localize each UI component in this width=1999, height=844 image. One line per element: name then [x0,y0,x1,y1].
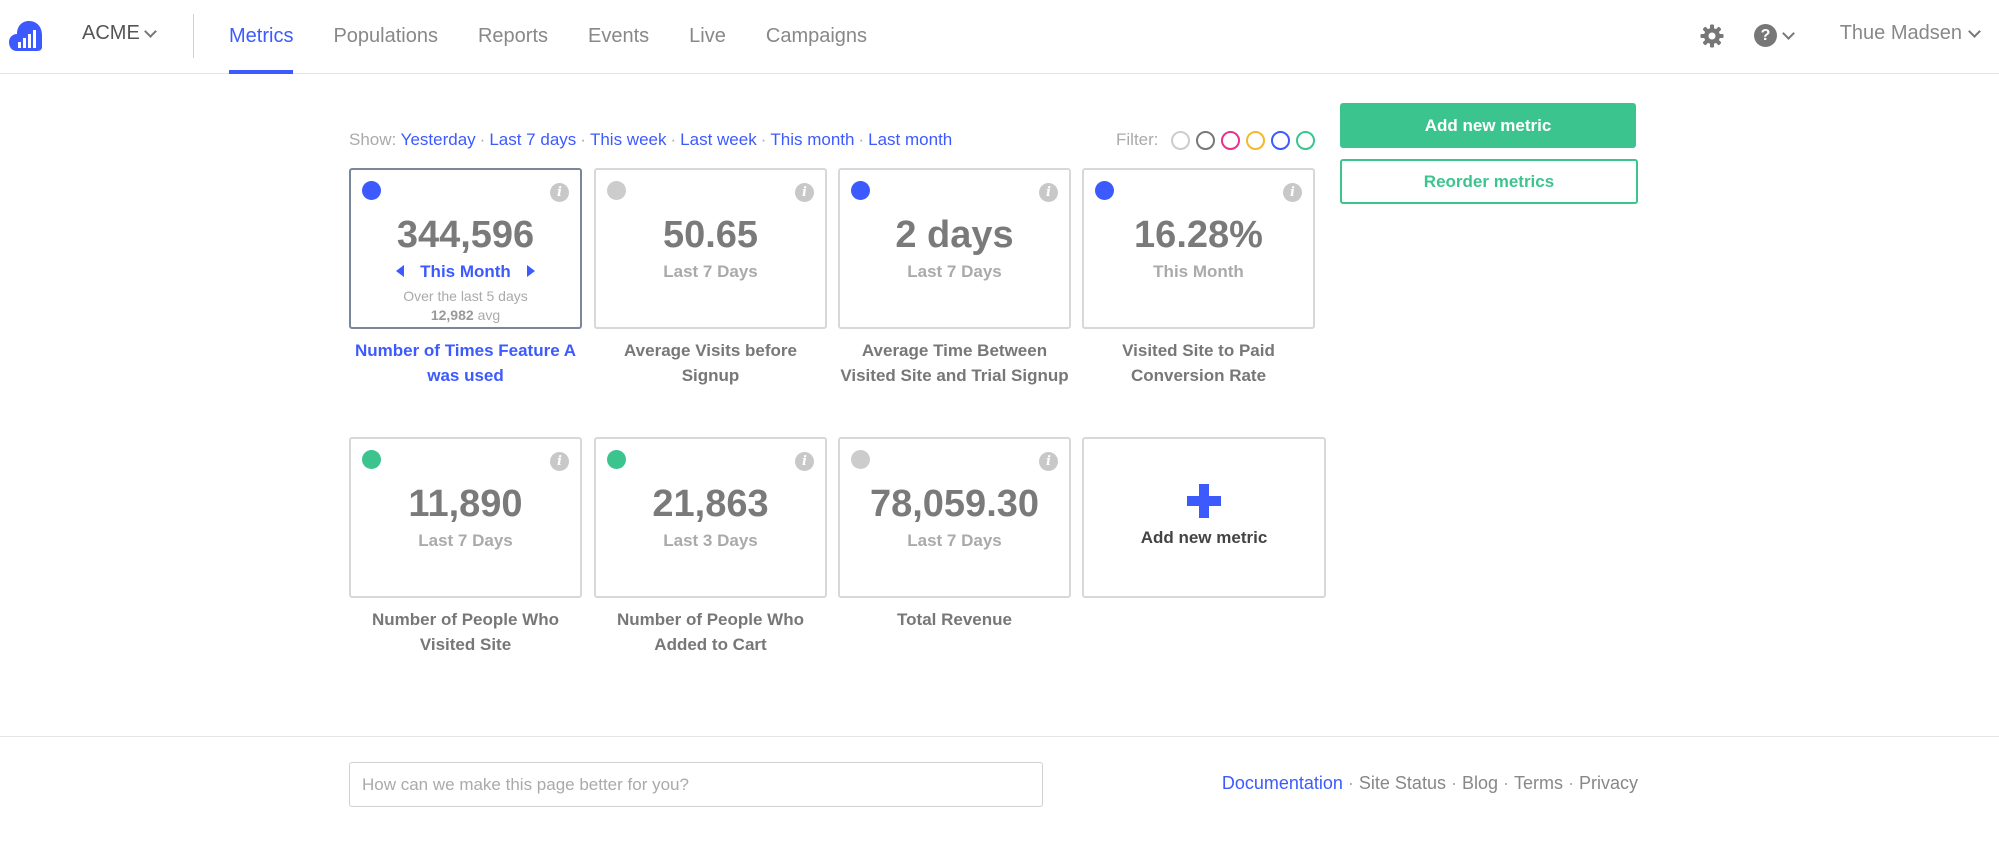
show-last-month[interactable]: Last month [868,130,952,149]
user-name: Thue Madsen [1839,22,1962,44]
cloud-bars-logo-icon[interactable] [8,18,44,54]
filter-gray-dark[interactable] [1195,130,1215,150]
metric-average-value: 12,982 [430,307,474,323]
top-navigation: ACME Metrics Populations Reports Events … [0,0,1999,74]
show-yesterday[interactable]: Yesterday [401,130,476,149]
metric-label: Average Time Between Visited Site and Tr… [840,341,1069,385]
feedback-input[interactable] [349,762,1043,807]
filter-label: Filter: [1116,130,1159,149]
metric-label: Average Visits before Signup [624,341,797,385]
question-circle-icon: ? [1754,24,1777,47]
footer-link-site-status[interactable]: Site Status [1359,773,1446,793]
metric-period-switcher: This Month [351,262,580,282]
metric-label: Visited Site to Paid Conversion Rate [1122,341,1275,385]
footer-divider [0,736,1999,737]
metric-color-dot [851,450,870,469]
plus-icon [1187,484,1221,518]
info-icon[interactable]: i [1283,183,1302,202]
tab-populations[interactable]: Populations [333,0,438,74]
metric-value: 21,863 [652,483,769,525]
show-this-week[interactable]: This week [590,130,667,149]
metric-color-dot [607,181,626,200]
metric-card[interactable]: i 21,863 Last 3 Days [594,437,827,598]
info-icon[interactable]: i [795,452,814,471]
metric-color-dot [607,450,626,469]
footer-link-privacy[interactable]: Privacy [1579,773,1638,793]
metric-period: Last 7 Days [907,262,1002,281]
metric-card[interactable]: i 78,059.30 Last 7 Days [838,437,1071,598]
metric-subtext: Over the last 5 days [403,288,528,304]
reorder-metrics-button[interactable]: Reorder metrics [1340,159,1638,204]
org-name: ACME [82,22,140,44]
prev-period-icon[interactable] [396,265,405,277]
footer-link-terms[interactable]: Terms [1514,773,1563,793]
metric-period: This Month [1153,262,1244,281]
tab-live[interactable]: Live [689,0,726,74]
user-menu[interactable]: Thue Madsen [1839,22,1981,45]
metric-label: Total Revenue [897,610,1012,629]
show-this-month[interactable]: This month [770,130,854,149]
footer-links: Documentation · Site Status · Blog · Terms · Pri… [1221,773,1638,793]
tab-events[interactable]: Events [588,0,649,74]
add-new-metric-card[interactable]: Add new metric [1082,437,1326,598]
info-icon[interactable]: i [550,452,569,471]
show-last-7-days[interactable]: Last 7 days [489,130,576,149]
metric-value: 344,596 [396,214,535,256]
main-tabs: Metrics Populations Reports Events Live … [229,0,907,74]
metric-card[interactable]: i 11,890 Last 7 Days [349,437,582,598]
metric-card[interactable]: i 50.65 Last 7 Days [594,168,827,329]
filter-gray-light[interactable] [1170,130,1190,150]
metric-value: 11,890 [408,483,523,525]
metric-label: Number of People Who Visited Site [372,610,559,654]
metric-period: Last 3 Days [663,531,758,550]
nav-divider [193,14,194,58]
metric-color-dot [1095,181,1114,200]
info-icon[interactable]: i [1039,183,1058,202]
metric-label[interactable]: Number of Times Feature A was used [349,338,582,388]
filter-green[interactable] [1295,130,1315,150]
metric-value: 2 days [895,214,1014,256]
org-switcher[interactable]: ACME [82,22,157,45]
metric-color-dot [362,450,381,469]
footer-link-blog[interactable]: Blog [1462,773,1498,793]
color-filter: Filter: [1116,130,1315,150]
info-icon[interactable]: i [1039,452,1058,471]
metric-label: Number of People Who Added to Cart [617,610,804,654]
metric-card[interactable]: i 2 days Last 7 Days [838,168,1071,329]
footer-link-documentation[interactable]: Documentation [1222,773,1343,793]
metric-card[interactable]: i 16.28% This Month [1082,168,1315,329]
metric-period: Last 7 Days [663,262,758,281]
help-menu[interactable]: ? [1754,24,1795,47]
add-new-metric-button[interactable]: Add new metric [1340,103,1636,148]
filter-blue[interactable] [1270,130,1290,150]
filter-pink[interactable] [1220,130,1240,150]
tab-campaigns[interactable]: Campaigns [766,0,867,74]
metric-period: Last 7 Days [418,531,513,550]
metric-average-label: avg [477,307,501,323]
chevron-down-icon [1782,26,1795,40]
metric-average: 12,982 avg [351,307,580,323]
info-icon[interactable]: i [795,183,814,202]
show-label: Show: [349,130,397,149]
show-last-week[interactable]: Last week [680,130,757,149]
filter-yellow[interactable] [1245,130,1265,150]
chevron-down-icon [1968,24,1981,38]
metric-color-dot [851,181,870,200]
info-icon[interactable]: i [550,183,569,202]
metric-period: This Month [420,262,511,281]
metric-card[interactable]: i 344,596 This Month Over the last 5 day… [349,168,582,329]
add-new-metric-label: Add new metric [1140,528,1268,547]
metric-period: Last 7 Days [907,531,1002,550]
gear-icon[interactable] [1700,24,1724,48]
metric-value: 16.28% [1134,214,1263,256]
date-range-selector: Show: Yesterday · Last 7 days · This week · La… [349,130,953,149]
tab-reports[interactable]: Reports [478,0,548,74]
metric-value: 78,059.30 [869,483,1040,525]
metric-value: 50.65 [662,214,759,256]
next-period-icon[interactable] [526,265,535,277]
chevron-down-icon [143,24,157,38]
tab-metrics[interactable]: Metrics [229,0,294,74]
metric-color-dot [362,181,381,200]
